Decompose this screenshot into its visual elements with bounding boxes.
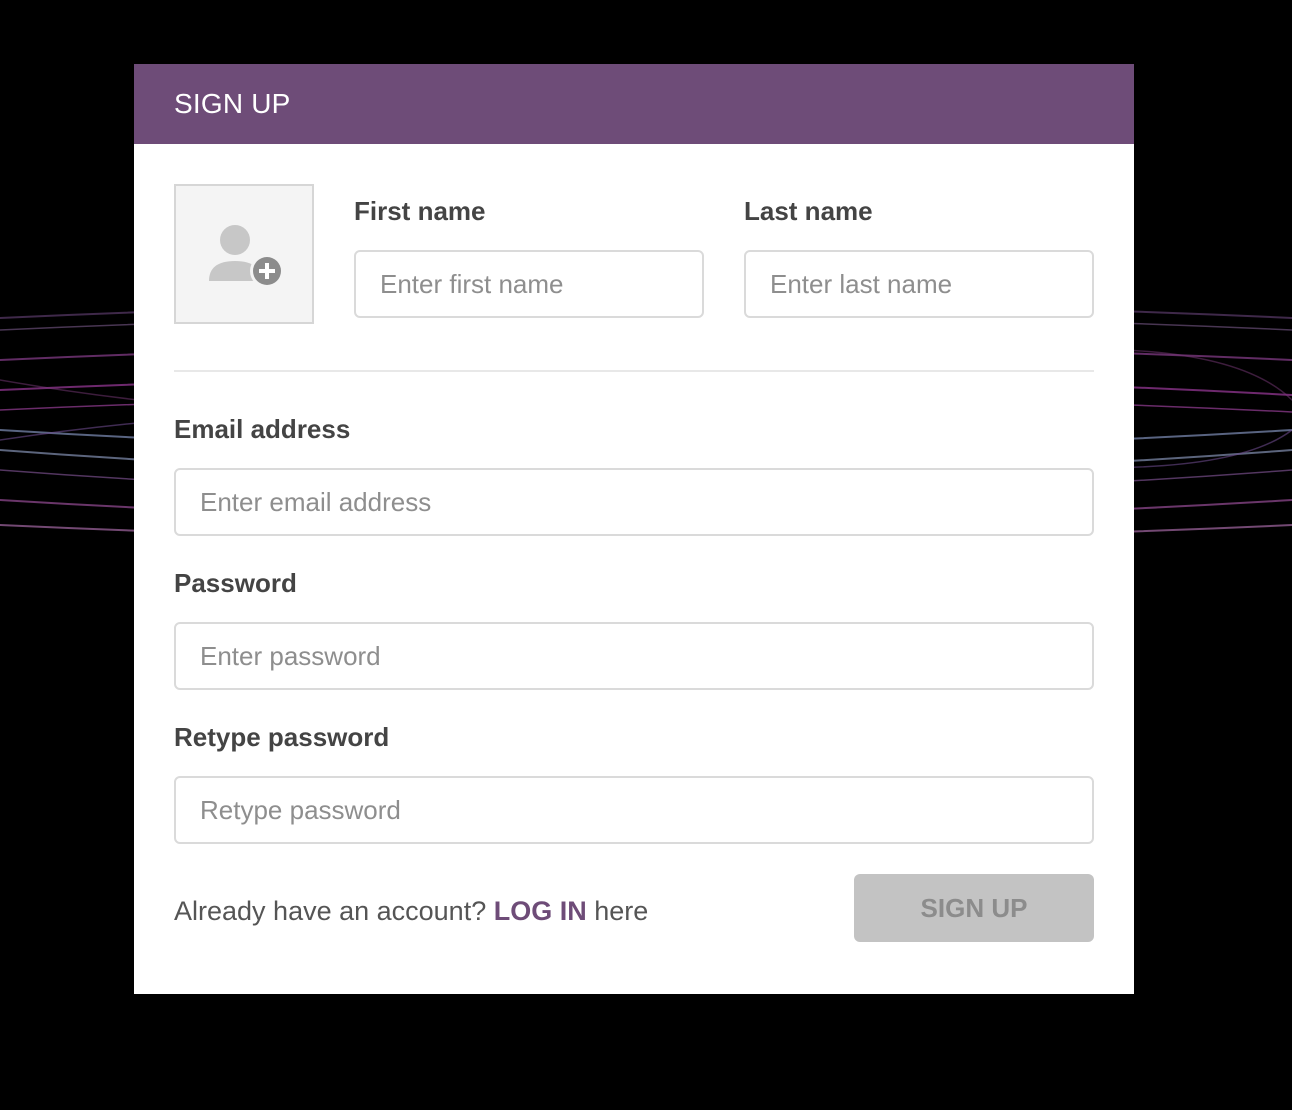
password-label: Password: [174, 568, 297, 598]
avatar-upload-button[interactable]: [174, 184, 314, 324]
login-prompt-prefix: Already have an account?: [174, 896, 494, 926]
login-prompt-suffix: here: [586, 896, 649, 926]
login-prompt: Already have an account? LOG IN here: [174, 896, 648, 927]
first-name-label: First name: [354, 196, 486, 226]
password-input[interactable]: [174, 622, 1094, 690]
login-link[interactable]: LOG IN: [494, 896, 587, 926]
email-input[interactable]: [174, 468, 1094, 536]
last-name-label: Last name: [744, 196, 873, 226]
add-user-icon: [209, 225, 283, 288]
signup-dialog: SIGN UP First name Last name Email addre…: [134, 64, 1134, 994]
dialog-title: SIGN UP: [174, 88, 291, 119]
retype-password-input[interactable]: [174, 776, 1094, 844]
first-name-input[interactable]: [354, 250, 704, 318]
signup-button[interactable]: SIGN UP: [854, 874, 1094, 942]
email-label: Email address: [174, 414, 351, 444]
dialog-header: SIGN UP: [134, 64, 1134, 144]
section-divider: [174, 370, 1094, 372]
retype-password-label: Retype password: [174, 722, 390, 752]
last-name-input[interactable]: [744, 250, 1094, 318]
